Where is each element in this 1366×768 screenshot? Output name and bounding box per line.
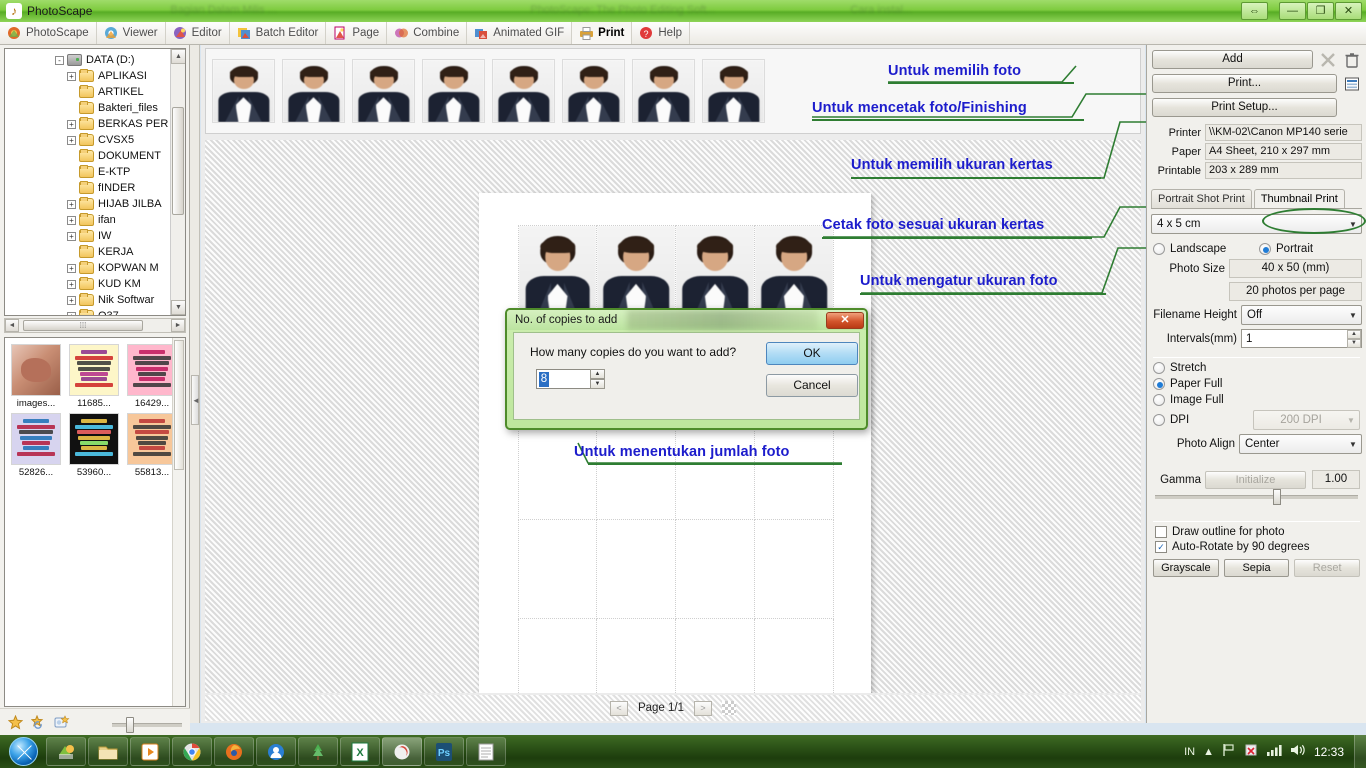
taskbar-excel[interactable]: X [340,737,380,766]
svg-text:Ps: Ps [438,748,451,759]
dialog-close-button[interactable]: ✕ [826,311,864,329]
annotation-pick-photo: Untuk memilih foto [888,63,1022,79]
tray-action-center-icon[interactable] [1244,743,1258,760]
show-desktop-button[interactable] [1354,735,1366,768]
annotation-underline [812,119,1084,121]
dialog-body: How many copies do you want to add? 8 ▲ … [513,332,860,420]
tray-network-icon[interactable] [1266,743,1282,760]
taskbar-firefox[interactable] [214,737,254,766]
dialog-question: How many copies do you want to add? [530,345,737,359]
annotation-underline [588,463,842,465]
tray-clock[interactable]: 12:33 [1314,745,1344,759]
taskbar-messenger[interactable] [256,737,296,766]
annotation-copies-count: Untuk menentukan jumlah foto [574,444,790,460]
start-button[interactable] [2,736,44,767]
annotation-print-to-paper: Cetak foto sesuai ukuran kertas [822,217,1045,233]
step-down[interactable]: ▼ [590,379,605,389]
tray-volume-icon[interactable] [1290,743,1306,760]
copies-input[interactable]: 8 [536,369,596,389]
taskbar-photoshop[interactable]: Ps [424,737,464,766]
taskbar-notepad[interactable] [466,737,506,766]
taskbar-plant-app[interactable] [298,737,338,766]
tray-flag-icon[interactable] [1222,743,1236,760]
windows-taskbar: X Ps IN ▲ 12:33 [0,735,1366,768]
windows-logo-icon [8,737,38,766]
taskbar-chrome[interactable] [172,737,212,766]
title-bar-blur [627,310,818,330]
copies-value: 8 [539,372,549,387]
taskbar-explorer[interactable] [88,737,128,766]
svg-text:X: X [356,747,364,759]
system-tray: IN ▲ 12:33 [1184,743,1354,760]
taskbar-media-player[interactable] [130,737,170,766]
taskbar-pdf[interactable] [382,737,422,766]
annotation-print-finishing: Untuk mencetak foto/Finishing [812,100,1027,116]
annotation-photo-size: Untuk mengatur ukuran foto [860,273,1058,289]
dialog-title-bar: No. of copies to add ✕ [507,310,866,330]
dialog-title: No. of copies to add [515,314,618,326]
copies-stepper[interactable]: ▲ ▼ [590,369,605,389]
tray-expand-icon[interactable]: ▲ [1203,746,1214,758]
annotation-underline [860,293,1106,295]
annotation-underline [851,177,1101,179]
taskbar-photoscape[interactable] [46,737,86,766]
dialog-cancel-button[interactable]: Cancel [766,374,858,397]
annotation-underline [888,82,1074,84]
tray-language-indicator[interactable]: IN [1184,746,1195,758]
dialog-ok-button[interactable]: OK [766,342,858,365]
step-up[interactable]: ▲ [590,369,605,379]
annotation-paper-size: Untuk memilih ukuran kertas [851,157,1053,173]
highlight-thumbnail-print [1262,208,1366,234]
annotation-underline [822,237,1092,239]
copies-dialog[interactable]: No. of copies to add ✕ How many copies d… [505,308,868,430]
